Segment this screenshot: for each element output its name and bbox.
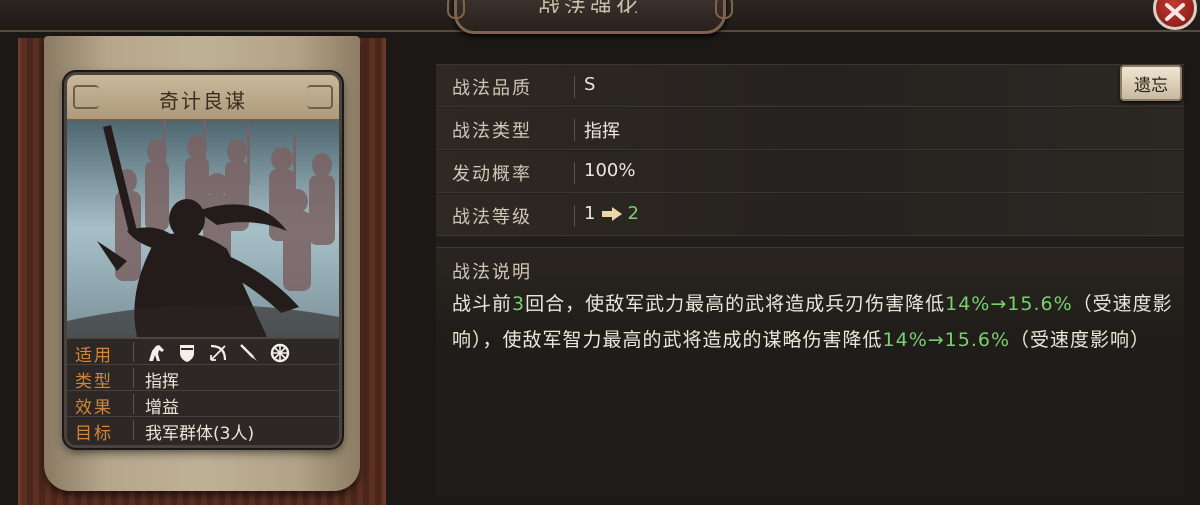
skill-name: 奇计良谋 (159, 89, 247, 113)
row-divider (574, 162, 575, 184)
desc-highlight: 14%→15.6% (882, 329, 1011, 351)
quality-label: 战法品质 (452, 78, 532, 99)
row-level: 战法等级 12 (436, 194, 1184, 236)
info-divider (133, 394, 134, 414)
window-title: 战法强化 (537, 0, 642, 13)
row-rate: 发动概率 100% (436, 151, 1184, 193)
info-value: 我军群体(3人) (145, 424, 255, 444)
info-row-target: 目标 我军群体(3人) (67, 417, 339, 444)
skill-card: 奇计良谋 适用 类型 指挥 效果 增益 目标 我军群体(3人) (64, 72, 342, 448)
title-tab: 战法强化 (447, 0, 733, 34)
desc-segment: 回合，使敌军武力最高的武将造成兵刃伤害降低 (525, 293, 946, 315)
info-row-type: 类型 指挥 (67, 365, 339, 392)
info-key: 适用 (75, 346, 113, 366)
description-text: 战斗前3回合，使敌军武力最高的武将造成兵刃伤害降低14%→15.6%（受速度影响… (452, 286, 1180, 358)
info-key: 效果 (75, 398, 113, 418)
row-divider (574, 119, 575, 141)
info-divider (133, 420, 134, 440)
info-divider (133, 342, 134, 362)
info-key: 目标 (75, 424, 113, 444)
desc-highlight: 3 (512, 293, 526, 315)
level-current: 1 (584, 203, 596, 224)
top-bar: 战法强化 (0, 0, 1200, 34)
desc-segment: 战斗前 (452, 293, 513, 315)
info-row-applicable: 适用 (67, 339, 339, 366)
row-divider (574, 76, 575, 98)
row-quality: 战法品质 S 遗忘 (436, 65, 1184, 107)
troop-type-icons (145, 342, 291, 364)
level-next: 2 (627, 203, 639, 224)
close-button[interactable] (1153, 0, 1197, 30)
level-value: 12 (584, 203, 639, 224)
type-value: 指挥 (584, 121, 620, 142)
skill-card-header: 奇计良谋 (67, 75, 339, 121)
wheel-icon (269, 342, 291, 364)
close-icon (1165, 3, 1185, 21)
skill-artwork (67, 121, 339, 337)
cavalry-icon (145, 342, 167, 364)
description-title: 战法说明 (452, 262, 532, 283)
info-row-effect: 效果 增益 (67, 391, 339, 418)
arrow-right-icon (602, 207, 623, 221)
spear-icon (238, 342, 260, 364)
level-label: 战法等级 (452, 207, 532, 228)
row-divider (574, 205, 575, 227)
bow-icon (207, 342, 229, 364)
skill-info-table: 适用 类型 指挥 效果 增益 目标 我军群体(3人) (67, 337, 339, 445)
rate-value: 100% (584, 160, 636, 181)
shield-icon (176, 342, 198, 364)
info-value: 指挥 (145, 372, 179, 392)
quality-value: S (584, 74, 596, 95)
info-divider (133, 368, 134, 388)
description-box: 战法说明 战斗前3回合，使敌军武力最高的武将造成兵刃伤害降低14%→15.6%（… (436, 247, 1184, 497)
info-value: 增益 (145, 398, 179, 418)
desc-highlight: 14%→15.6% (945, 293, 1073, 315)
desc-segment: （受速度影响） (1010, 329, 1151, 351)
row-type: 战法类型 指挥 (436, 108, 1184, 150)
skill-details-panel: 战法品质 S 遗忘 战法类型 指挥 发动概率 100% 战法等级 12 战法说明… (436, 64, 1184, 497)
forget-button[interactable]: 遗忘 (1120, 65, 1182, 101)
info-key: 类型 (75, 372, 113, 392)
type-label: 战法类型 (452, 121, 532, 142)
rate-label: 发动概率 (452, 164, 532, 185)
